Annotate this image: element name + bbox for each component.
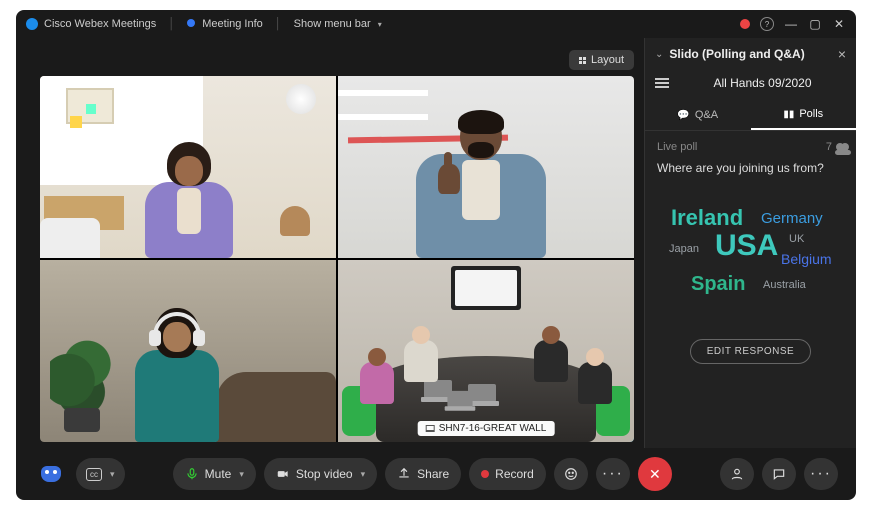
- share-label: Share: [417, 467, 449, 481]
- participants-button[interactable]: [720, 458, 754, 490]
- chat-bubble-icon: 💬: [677, 110, 689, 121]
- video-area: Layout: [16, 38, 644, 448]
- participants-icon: [836, 143, 844, 151]
- webex-assistant-button[interactable]: [34, 458, 68, 490]
- wordcloud-word: USA: [715, 229, 778, 263]
- webex-logo-icon: [26, 18, 38, 30]
- closed-captions-button[interactable]: cc ▾: [76, 458, 125, 490]
- mute-button[interactable]: Mute ▾: [173, 458, 256, 490]
- video-tile-2[interactable]: [338, 76, 634, 258]
- more-icon: ···: [602, 465, 624, 483]
- panel-title: Slido (Polling and Q&A): [669, 47, 804, 61]
- stop-video-label: Stop video: [296, 467, 353, 481]
- stop-video-button[interactable]: Stop video ▾: [264, 458, 377, 490]
- meeting-info-label: Meeting Info: [202, 18, 263, 30]
- record-icon: [481, 470, 489, 478]
- room-device-icon: [426, 425, 435, 432]
- app-window: Cisco Webex Meetings │ Meeting Info │ Sh…: [16, 10, 856, 500]
- close-window-button[interactable]: ✕: [832, 17, 846, 31]
- panel-header: ⌄ Slido (Polling and Q&A) ×: [645, 38, 856, 70]
- edit-response-button[interactable]: EDIT RESPONSE: [690, 339, 811, 364]
- microphone-icon: [185, 467, 199, 481]
- smiley-icon: [564, 467, 578, 481]
- wordcloud-word: Japan: [669, 243, 699, 255]
- video-tile-3[interactable]: [40, 260, 336, 442]
- layout-button[interactable]: Layout: [569, 50, 634, 70]
- separator: │: [275, 18, 282, 30]
- wordcloud-word: Spain: [691, 273, 745, 296]
- wordcloud-word: UK: [789, 233, 804, 245]
- event-title: All Hands 09/2020: [679, 76, 846, 90]
- vote-count: 7: [826, 141, 832, 153]
- wordcloud-word: Germany: [761, 210, 823, 227]
- cc-icon: cc: [86, 468, 102, 481]
- room-name-text: SHN7-16-GREAT WALL: [439, 423, 547, 434]
- record-label: Record: [495, 467, 534, 481]
- tab-qa-label: Q&A: [695, 109, 718, 121]
- wordcloud-word: Belgium: [781, 251, 832, 267]
- show-menu-bar-button[interactable]: Show menu bar ▾: [294, 18, 382, 30]
- chat-icon: [772, 467, 786, 481]
- help-icon[interactable]: ?: [760, 17, 774, 31]
- share-button[interactable]: Share: [385, 458, 461, 490]
- slido-panel: ⌄ Slido (Polling and Q&A) × All Hands 09…: [644, 38, 856, 448]
- video-tile-4-active[interactable]: SHN7-16-GREAT WALL: [338, 260, 634, 442]
- app-name: Cisco Webex Meetings: [44, 18, 156, 30]
- chevron-down-icon: ▾: [110, 469, 115, 480]
- wordcloud-word: Ireland: [671, 205, 743, 231]
- chevron-down-icon: ▾: [378, 20, 382, 29]
- panel-subheader: All Hands 09/2020: [645, 70, 856, 100]
- poll-meta-row: Live poll 7: [645, 131, 856, 157]
- app-brand: Cisco Webex Meetings: [26, 18, 156, 30]
- camera-icon: [276, 467, 290, 481]
- close-icon: ✕: [649, 466, 661, 483]
- share-icon: [397, 467, 411, 481]
- reactions-button[interactable]: [554, 458, 588, 490]
- word-cloud: Ireland Germany Japan USA UK Belgium Spain Aust…: [653, 191, 848, 321]
- chat-button[interactable]: [762, 458, 796, 490]
- video-grid: SHN7-16-GREAT WALL: [40, 76, 634, 442]
- video-tile-1[interactable]: [40, 76, 336, 258]
- title-bar: Cisco Webex Meetings │ Meeting Info │ Sh…: [16, 10, 856, 38]
- chevron-down-icon: ▾: [361, 469, 366, 480]
- mute-label: Mute: [205, 467, 232, 481]
- layout-button-label: Layout: [591, 54, 624, 66]
- tab-polls-label: Polls: [799, 108, 823, 120]
- live-poll-label: Live poll: [657, 141, 697, 153]
- more-icon: ···: [810, 465, 832, 483]
- more-options-button[interactable]: ···: [596, 458, 630, 490]
- collapse-panel-icon[interactable]: ⌄: [655, 49, 663, 60]
- grid-icon: [579, 57, 586, 64]
- separator: │: [168, 18, 175, 30]
- participant-name-label: SHN7-16-GREAT WALL: [418, 421, 555, 436]
- wordcloud-word: Australia: [763, 279, 806, 291]
- main-content: Layout: [16, 38, 856, 448]
- panel-tabs: 💬 Q&A ▮▮ Polls: [645, 100, 856, 131]
- assistant-icon: [41, 466, 61, 482]
- minimize-button[interactable]: —: [784, 17, 798, 31]
- person-icon: [730, 467, 744, 481]
- panel-options-button[interactable]: ···: [804, 458, 838, 490]
- recording-indicator-icon: [740, 19, 750, 29]
- control-bar: cc ▾ Mute ▾ Stop video ▾ Share Re: [16, 448, 856, 500]
- tab-polls[interactable]: ▮▮ Polls: [751, 100, 857, 130]
- menu-bar-label: Show menu bar: [294, 18, 371, 30]
- leave-meeting-button[interactable]: ✕: [638, 457, 672, 491]
- close-panel-button[interactable]: ×: [838, 46, 846, 62]
- tab-qa[interactable]: 💬 Q&A: [645, 100, 751, 130]
- poll-question: Where are you joining us from?: [645, 157, 856, 185]
- record-button[interactable]: Record: [469, 458, 546, 490]
- info-dot-icon: [187, 19, 195, 27]
- bar-chart-icon: ▮▮: [783, 109, 794, 120]
- chevron-down-icon: ▾: [239, 469, 244, 480]
- meeting-info-button[interactable]: Meeting Info: [187, 18, 263, 30]
- maximize-button[interactable]: ▢: [808, 17, 822, 31]
- menu-icon[interactable]: [655, 78, 669, 88]
